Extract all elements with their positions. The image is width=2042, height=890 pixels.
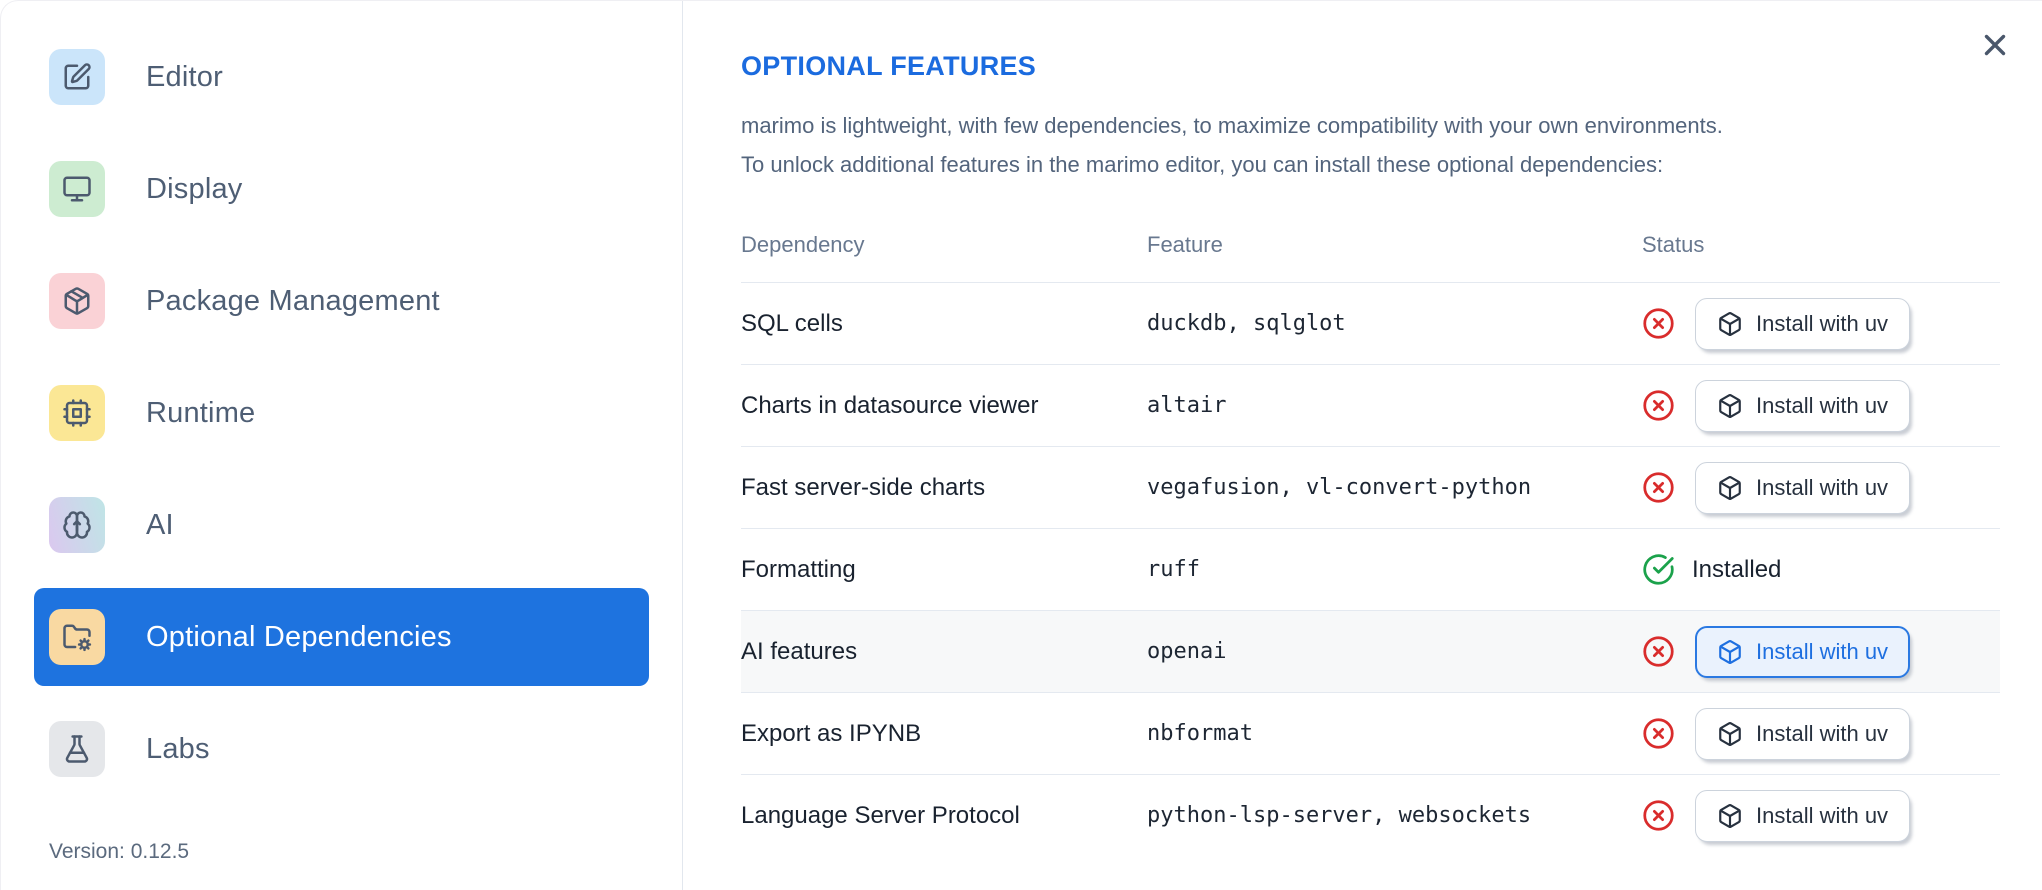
dependency-name: Formatting [741,528,1147,611]
circle-x-icon [1642,799,1675,832]
install-button-label: Install with uv [1756,720,1889,746]
install-button-label: Install with uv [1756,802,1889,828]
status-cell: Install with uv [1642,789,2000,842]
package-icon [49,273,105,329]
circle-x-icon [1642,471,1675,504]
panel-description-line2: To unlock additional features in the mar… [741,152,1664,177]
sidebar-item-label: Package Management [146,284,440,317]
dependency-name: SQL cells [741,309,843,337]
monitor-icon [49,161,105,217]
table-row: AI features openai Install with uv [741,610,2000,693]
sidebar-item-package-management[interactable]: Package Management [34,252,649,350]
feature-packages: python-lsp-server, websockets [1147,774,1642,856]
dependencies-table: Dependency Feature Status SQL cells duck… [741,214,2000,856]
table-row: SQL cells duckdb, sqlglot Install with u… [741,283,2000,365]
table-row: Charts in datasource viewer altair Insta… [741,364,2000,447]
cpu-icon [49,385,105,441]
status-cell: Install with uv [1642,707,2000,760]
circle-x-icon [1642,389,1675,422]
dependency-name: Export as IPYNB [741,692,1147,775]
column-header-feature: Feature [1147,214,1642,283]
table-row: Export as IPYNB nbformat Install with uv [741,692,2000,775]
sidebar-item-editor[interactable]: Editor [34,28,649,126]
package-box-icon [1717,721,1743,747]
sidebar-item-optional-dependencies[interactable]: Optional Dependencies [34,588,649,686]
install-button-label: Install with uv [1756,474,1889,500]
square-pen-icon [49,49,105,105]
sidebar-item-display[interactable]: Display [34,140,649,238]
settings-sidebar: Editor Display Package Management Runtim… [1,1,683,890]
install-with-uv-button[interactable]: Install with uv [1695,625,1911,678]
package-box-icon [1717,393,1743,419]
package-box-icon [1717,639,1743,665]
feature-packages: altair [1147,364,1642,447]
status-cell: Installed [1642,553,2000,586]
close-icon [1978,50,2012,65]
folder-cog-icon [49,609,105,665]
feature-packages: duckdb, sqlglot [1147,311,1346,336]
feature-packages: vegafusion, vl-convert-python [1147,446,1642,529]
table-row: Formatting ruff Installed [741,528,2000,611]
install-with-uv-button[interactable]: Install with uv [1695,379,1911,432]
feature-packages: openai [1147,610,1642,693]
status-cell: Install with uv [1642,461,2000,514]
status-cell: Install with uv [1642,625,2000,678]
sidebar-item-label: Optional Dependencies [146,620,452,653]
installed-status-label: Installed [1692,555,1782,583]
install-button-label: Install with uv [1756,392,1889,418]
column-header-dependency: Dependency [741,214,1147,283]
status-cell: Install with uv [1642,297,2000,350]
install-with-uv-button[interactable]: Install with uv [1695,789,1911,842]
sidebar-item-label: Labs [146,732,210,765]
close-button[interactable] [1978,28,2012,62]
package-box-icon [1717,803,1743,829]
feature-packages: nbformat [1147,692,1642,775]
install-with-uv-button[interactable]: Install with uv [1695,461,1911,514]
panel-description-line1: marimo is lightweight, with few dependen… [741,113,1723,138]
sidebar-item-label: Display [146,172,243,205]
sidebar-item-label: Editor [146,60,223,93]
sidebar-item-runtime[interactable]: Runtime [34,364,649,462]
circle-x-icon [1642,717,1675,750]
install-with-uv-button[interactable]: Install with uv [1695,297,1911,350]
sidebar-nav: Editor Display Package Management Runtim… [34,28,649,798]
circle-check-icon [1642,553,1675,586]
sidebar-item-label: Runtime [146,396,256,429]
brain-icon [49,497,105,553]
circle-x-icon [1642,307,1675,340]
install-button-label: Install with uv [1756,638,1889,664]
dependency-name: AI features [741,610,1147,693]
feature-packages: ruff [1147,528,1642,611]
circle-x-icon [1642,635,1675,668]
install-button-label: Install with uv [1756,310,1889,336]
package-box-icon [1717,311,1743,337]
table-header-row: Dependency Feature Status [741,214,2000,283]
sidebar-item-labs[interactable]: Labs [34,700,649,798]
package-box-icon [1717,475,1743,501]
flask-icon [49,721,105,777]
version-label: Version: 0.12.5 [49,840,190,863]
optional-features-panel: OPTIONAL FEATURES marimo is lightweight,… [683,1,2042,890]
settings-dialog: Editor Display Package Management Runtim… [0,0,2042,890]
install-with-uv-button[interactable]: Install with uv [1695,707,1911,760]
table-row: Language Server Protocol python-lsp-serv… [741,774,2000,856]
sidebar-item-ai[interactable]: AI [34,476,649,574]
dependency-name: Fast server-side charts [741,446,1147,529]
table-row: Fast server-side charts vegafusion, vl-c… [741,446,2000,529]
panel-title: OPTIONAL FEATURES [741,51,1037,81]
dependency-name: Charts in datasource viewer [741,364,1147,447]
dependency-name: Language Server Protocol [741,774,1147,856]
sidebar-item-label: AI [146,508,174,541]
status-cell: Install with uv [1642,379,2000,432]
column-header-status: Status [1642,214,2000,283]
panel-description: marimo is lightweight, with few dependen… [741,106,2000,184]
